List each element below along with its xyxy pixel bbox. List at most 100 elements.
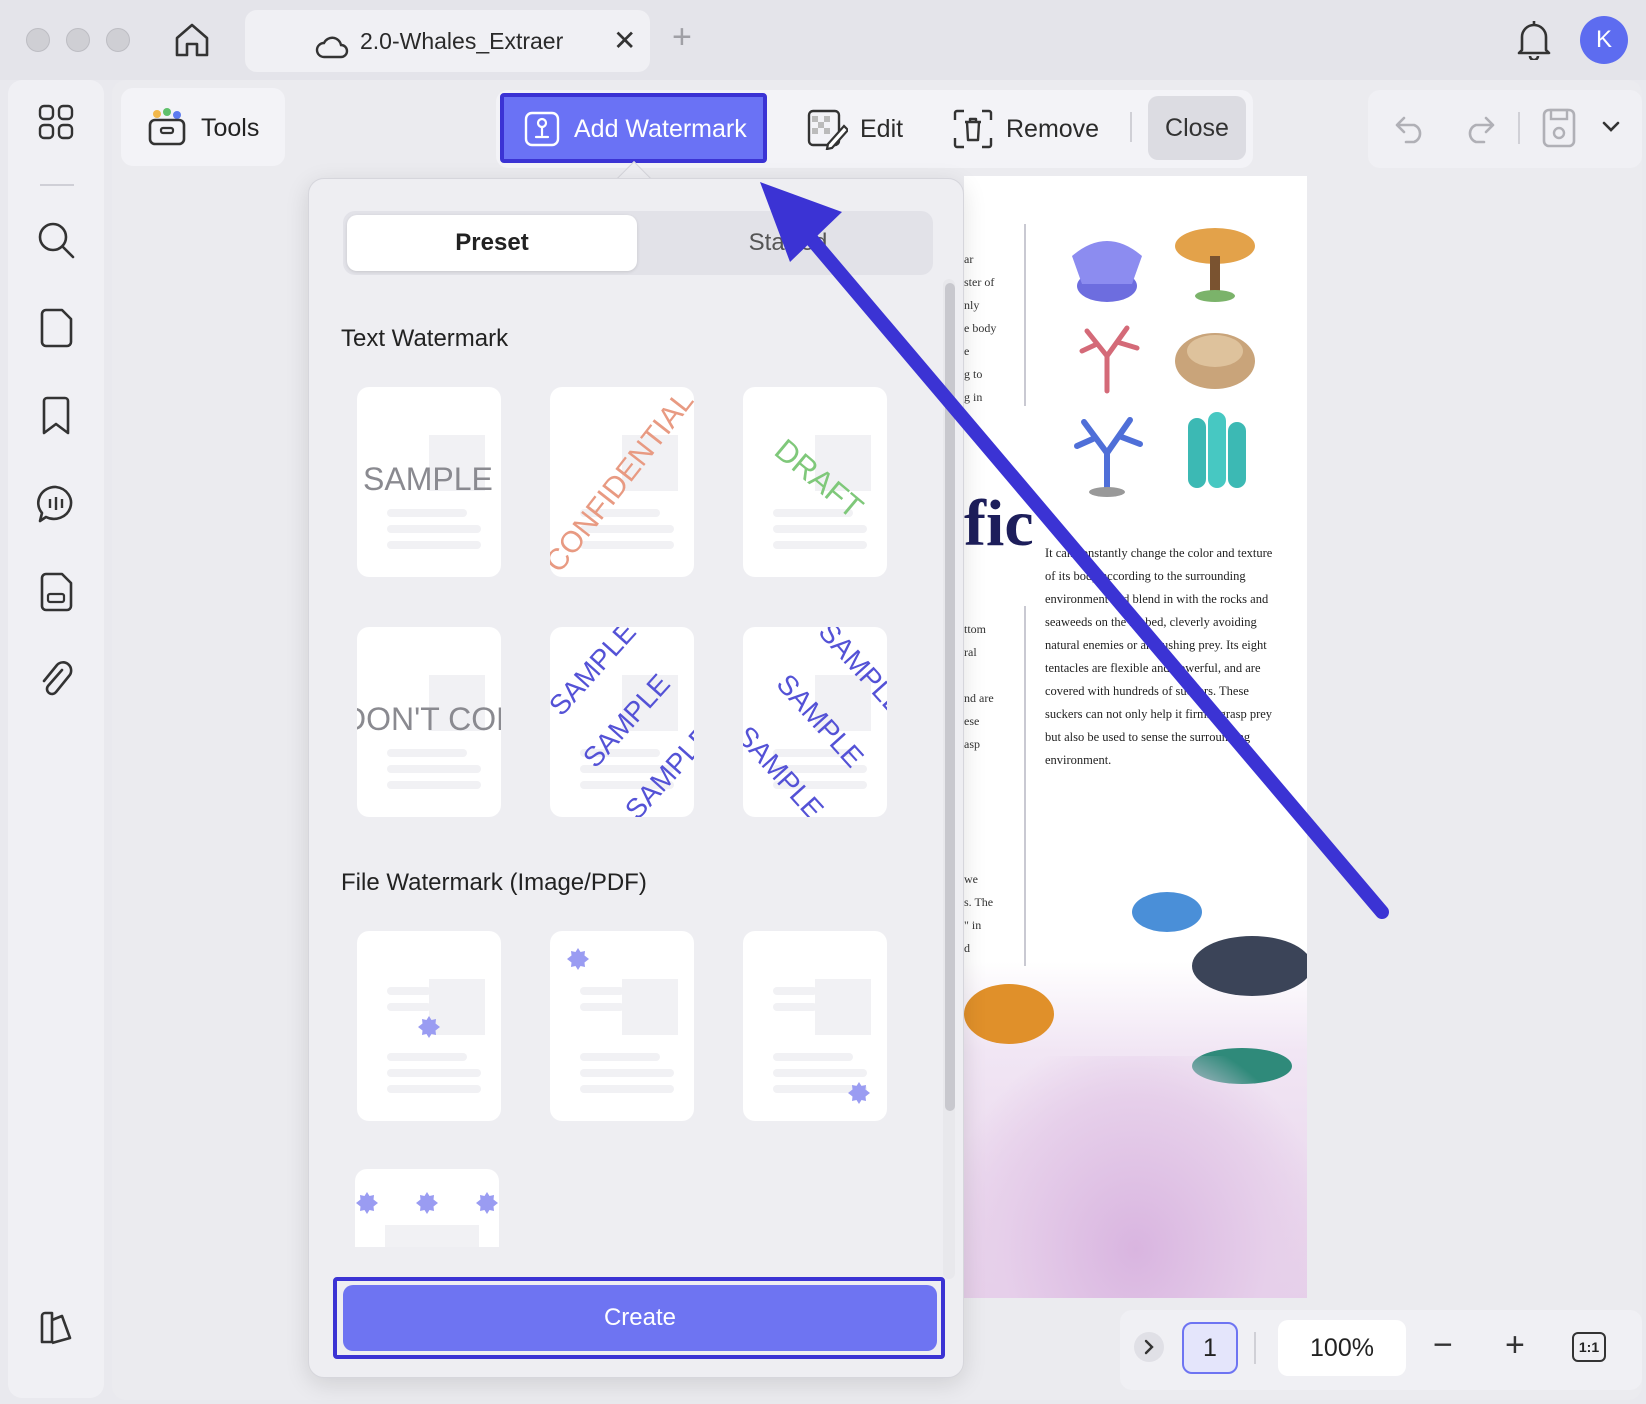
add-watermark-button[interactable]: Add Watermark <box>500 93 767 163</box>
notifications-button[interactable] <box>1516 18 1552 65</box>
edit-label: Edit <box>860 114 904 143</box>
edit-watermark-button[interactable]: Edit <box>806 90 903 168</box>
fish-image <box>1132 892 1202 932</box>
text-fragment: we <box>964 872 978 886</box>
file-watermark-card[interactable] <box>743 931 887 1121</box>
tab-starred[interactable]: Starred <box>643 215 933 271</box>
window-minimize-button[interactable] <box>66 28 90 52</box>
text-watermark-card[interactable]: SAMPLE SAMPLE SAMPLE <box>550 627 694 817</box>
status-divider <box>1254 1332 1256 1364</box>
comment-icon <box>37 485 73 523</box>
document-page: ar ster of nly e body e g to g in ttom ral nd a… <box>964 176 1307 1298</box>
sidebar-apps-button[interactable] <box>34 100 78 144</box>
title-bar: 2.0-Whales_Extraer ✕ + K <box>0 0 1646 80</box>
text-fragment: ttom <box>964 622 987 636</box>
sidebar-theme-button[interactable] <box>34 1306 78 1350</box>
left-sidebar <box>8 80 104 1398</box>
home-icon <box>175 23 209 57</box>
sidebar-comments-button[interactable] <box>34 482 78 526</box>
new-tab-button[interactable]: + <box>672 18 692 57</box>
text-fragments-mid: ttom ral nd are ese asp <box>964 618 1024 756</box>
bookmark-icon <box>42 396 70 435</box>
window-zoom-button[interactable] <box>106 28 130 52</box>
text-fragment: ese <box>964 714 980 728</box>
add-watermark-label: Add Watermark <box>574 115 747 143</box>
chevron-down-icon[interactable] <box>1602 120 1620 134</box>
text-watermark-card[interactable]: DRAFT <box>743 387 887 577</box>
tools-label: Tools <box>201 114 260 142</box>
save-icon[interactable] <box>1542 108 1576 148</box>
document-tab[interactable]: 2.0-Whales_Extraer ✕ <box>245 10 650 72</box>
image-watermark-icon <box>567 948 589 970</box>
remove-watermark-button[interactable]: Remove <box>952 90 1099 168</box>
tab-preset[interactable]: Preset <box>347 215 637 271</box>
text-watermark-card[interactable]: DON'T COPY <box>357 627 501 817</box>
user-avatar[interactable]: K <box>1580 16 1628 64</box>
history-toolbar <box>1368 90 1642 168</box>
tab-close-icon[interactable]: ✕ <box>613 24 636 57</box>
sidebar-bookmarks-button[interactable] <box>34 394 78 438</box>
undo-icon[interactable] <box>1394 114 1426 144</box>
text-fragment: ster of <box>964 275 995 289</box>
watermark-segmented-control: Preset Starred <box>343 211 933 275</box>
coral-image <box>1072 241 1142 302</box>
text-fragment: e <box>964 344 970 358</box>
fish-image <box>964 984 1054 1044</box>
text-fragments-top: ar ster of nly e body e g to g in <box>964 248 1024 409</box>
panel-scrollbar-thumb[interactable] <box>945 283 955 1111</box>
file-watermark-card[interactable] <box>355 1169 499 1247</box>
text-fragment: nd are <box>964 691 994 705</box>
create-button-highlight: Create <box>333 1277 945 1359</box>
close-watermark-button[interactable]: Close <box>1148 96 1246 160</box>
sidebar-pages-button[interactable] <box>34 306 78 350</box>
fish-image <box>1192 936 1307 996</box>
home-button[interactable] <box>170 18 214 62</box>
edit-watermark-icon <box>807 109 848 150</box>
sidebar-search-button[interactable] <box>34 218 78 262</box>
sidebar-divider <box>40 184 74 186</box>
zoom-in-button[interactable]: + <box>1505 1326 1525 1365</box>
cloud-icon <box>315 36 349 59</box>
toolbox-icon <box>148 108 186 146</box>
file-watermark-card[interactable] <box>357 931 501 1121</box>
actual-size-button[interactable]: 1:1 <box>1572 1332 1606 1362</box>
form-icon <box>40 572 73 612</box>
watermark-panel: Preset Starred Text Watermark SAMPLE CON… <box>308 178 964 1378</box>
coral-image <box>1175 333 1255 389</box>
tools-button[interactable]: Tools <box>121 88 285 166</box>
document-paragraph: It can constantly change the color and t… <box>1045 546 1273 767</box>
page-icon <box>40 308 73 348</box>
text-fragment <box>964 664 1024 687</box>
page-number-input[interactable]: 1 <box>1182 1322 1238 1374</box>
file-watermark-card[interactable] <box>550 931 694 1121</box>
chevron-right-icon <box>1144 1339 1154 1355</box>
expand-thumbnails-button[interactable] <box>1134 1332 1164 1362</box>
remove-label: Remove <box>1006 114 1100 143</box>
toolbar-divider <box>1130 112 1132 142</box>
text-watermark-card[interactable]: SAMPLE <box>357 387 501 577</box>
text-fragment: nly <box>964 298 980 312</box>
add-watermark-icon <box>524 111 560 147</box>
sidebar-attachments-button[interactable] <box>34 658 78 702</box>
zoom-level-field[interactable]: 100% <box>1278 1320 1406 1376</box>
paperclip-icon <box>42 661 73 696</box>
text-watermark-card[interactable]: CONFIDENTIAL <box>550 387 694 577</box>
bell-icon <box>1517 21 1551 62</box>
create-button[interactable]: Create <box>343 1285 937 1351</box>
coral-reef-image <box>964 1056 1307 1298</box>
text-watermark-card[interactable]: SAMPLE SAMPLE SAMPLE <box>743 627 887 817</box>
grid-icon <box>38 104 74 140</box>
coral-image <box>1175 228 1255 302</box>
image-watermark-icon <box>356 1192 498 1214</box>
image-watermark-icon <box>848 1082 870 1104</box>
sidebar-forms-button[interactable] <box>34 570 78 614</box>
redo-icon[interactable] <box>1464 114 1496 144</box>
coral-image <box>1074 417 1143 497</box>
watermark-preview-text: SAMPLE <box>363 461 493 497</box>
window-close-button[interactable] <box>26 28 50 52</box>
text-fragment: e body <box>964 321 997 335</box>
search-icon <box>38 222 75 259</box>
zoom-out-button[interactable]: − <box>1433 1326 1453 1365</box>
text-fragment: " in <box>964 918 982 932</box>
text-fragments-low: we s. The " in d <box>964 868 1024 960</box>
